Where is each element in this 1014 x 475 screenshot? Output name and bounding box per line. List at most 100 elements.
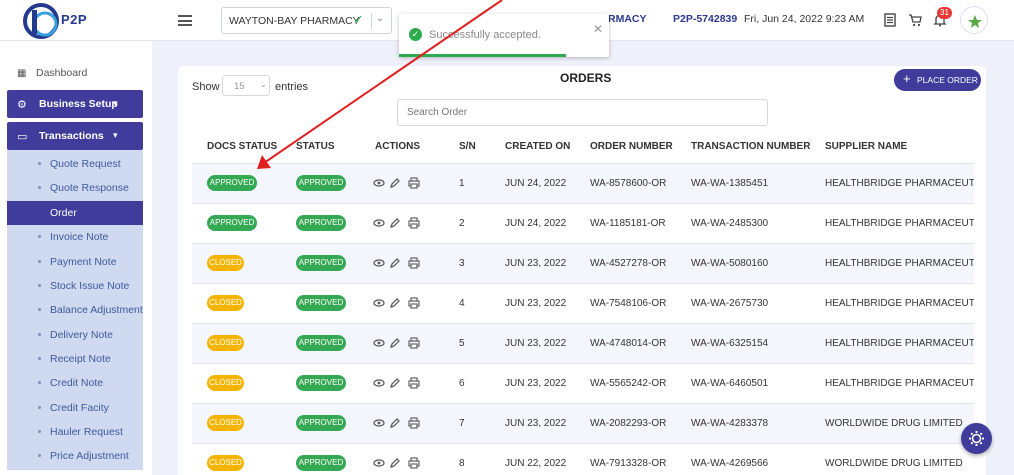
document-icon[interactable] [883, 13, 897, 27]
view-eye-icon[interactable] [373, 297, 385, 309]
p2p-id: P2P-5742839 [673, 13, 738, 25]
created-on-cell: JUN 22, 2022 [505, 458, 567, 469]
grid-icon: ▦ [17, 68, 27, 79]
table-row[interactable]: APPROVED APPROVED 2 JUN 24, 2022 WA-1185181-… [192, 203, 974, 243]
status-badge: APPROVED [296, 295, 346, 311]
print-icon[interactable] [408, 377, 420, 389]
order-number-cell: WA-4527278-OR [590, 258, 667, 269]
sidebar-item-invoice-note[interactable]: Invoice Note [7, 225, 143, 249]
supplier-name-cell: HEALTHBRIDGE PHARMACEUTICALS [825, 378, 974, 389]
docs-status-badge: CLOSED [207, 255, 244, 271]
page-size-select[interactable]: 15 ⌄ [222, 75, 270, 96]
table-row[interactable]: CLOSED APPROVED 4 JUN 23, 2022 WA-7548106-OR… [192, 283, 974, 323]
view-eye-icon[interactable] [373, 177, 385, 189]
supplier-name-cell: WORLDWIDE DRUG LIMITED [825, 418, 963, 429]
status-badge: APPROVED [296, 415, 346, 431]
sidebar-item-payment-note[interactable]: Payment Note [7, 250, 143, 274]
edit-pencil-icon[interactable] [389, 177, 401, 189]
sidebar-item-label: Dashboard [36, 67, 88, 79]
print-icon[interactable] [408, 297, 420, 309]
notification-badge: 31 [937, 7, 952, 19]
view-eye-icon[interactable] [373, 417, 385, 429]
pharmacy-name-label: RMACY [608, 13, 647, 25]
view-eye-icon[interactable] [373, 377, 385, 389]
column-header-sn[interactable]: S/N [459, 141, 476, 152]
sidebar-group-business-setup[interactable]: ⚙ Business Setup ▾ [7, 90, 143, 118]
edit-pencil-icon[interactable] [389, 457, 401, 469]
created-on-cell: JUN 23, 2022 [505, 418, 567, 429]
edit-pencil-icon[interactable] [389, 217, 401, 229]
select-separator [371, 13, 372, 29]
close-icon[interactable]: ✕ [593, 22, 603, 36]
datetime: Fri, Jun 24, 2022 9:23 AM [744, 13, 865, 25]
print-icon[interactable] [408, 417, 420, 429]
table-row[interactable]: CLOSED APPROVED 6 JUN 23, 2022 WA-5565242-OR… [192, 363, 974, 403]
edit-pencil-icon[interactable] [389, 297, 401, 309]
place-order-button[interactable]: + PLACE ORDER [894, 69, 981, 91]
transactions-submenu: Quote Request Quote Response Order Invoi… [7, 150, 143, 470]
column-header-actions: ACTIONS [375, 141, 420, 152]
sidebar-group-transactions[interactable]: ▭ Transactions ▾ [7, 122, 143, 150]
table-row[interactable]: CLOSED APPROVED 8 JUN 22, 2022 WA-7913328-OR… [192, 443, 974, 475]
transaction-number-cell: WA-WA-4269566 [691, 458, 769, 469]
order-number-cell: WA-1185181-OR [590, 218, 666, 229]
sidebar-item-delivery-note[interactable]: Delivery Note [7, 323, 143, 347]
edit-pencil-icon[interactable] [389, 337, 401, 349]
sidebar-item-quote-response[interactable]: Quote Response [7, 176, 143, 200]
sidebar-item-credit-note[interactable]: Credit Note [7, 371, 143, 395]
transaction-number-cell: WA-WA-5080160 [691, 258, 769, 269]
sn-cell: 4 [459, 298, 465, 309]
sidebar-item-quote-request[interactable]: Quote Request [7, 152, 143, 176]
print-icon[interactable] [408, 257, 420, 269]
sidebar-item-credit-facity[interactable]: Credit Facity [7, 396, 143, 420]
view-eye-icon[interactable] [373, 217, 385, 229]
success-toast: ✓ Successfully accepted. ✕ [399, 14, 609, 57]
chevron-down-icon: ▾ [113, 130, 118, 140]
chevron-down-icon[interactable]: ⌄ [376, 13, 384, 24]
print-icon[interactable] [408, 457, 420, 469]
chevron-down-icon: ⌄ [260, 80, 267, 89]
gear-icon [969, 431, 984, 446]
docs-status-badge: CLOSED [207, 415, 244, 431]
table-row[interactable]: CLOSED APPROVED 5 JUN 23, 2022 WA-4748014-OR… [192, 323, 974, 363]
avatar[interactable] [960, 6, 988, 34]
sidebar-item-stock-issue-note[interactable]: Stock Issue Note [7, 274, 143, 298]
view-eye-icon[interactable] [373, 457, 385, 469]
edit-pencil-icon[interactable] [389, 417, 401, 429]
print-icon[interactable] [408, 177, 420, 189]
sidebar-item-receipt-note[interactable]: Receipt Note [7, 347, 143, 371]
sidebar-group-label: Transactions [39, 130, 104, 142]
status-badge: APPROVED [296, 375, 346, 391]
column-header-status[interactable]: STATUS [296, 141, 335, 152]
search-input[interactable] [397, 99, 768, 126]
docs-status-badge: CLOSED [207, 335, 244, 351]
sidebar-item-hauler-request[interactable]: Hauler Request [7, 420, 143, 444]
edit-pencil-icon[interactable] [389, 257, 401, 269]
sidebar-item-price-adjustment[interactable]: Price Adjustment [7, 444, 143, 468]
column-header-transaction-number[interactable]: TRANSACTION NUMBER [691, 141, 810, 152]
created-on-cell: JUN 23, 2022 [505, 258, 567, 269]
menu-toggle-icon[interactable] [178, 15, 192, 26]
print-icon[interactable] [408, 337, 420, 349]
column-header-supplier-name[interactable]: SUPPLIER NAME [825, 141, 907, 152]
sidebar-item-order[interactable]: Order [7, 201, 143, 225]
column-header-order-number[interactable]: ORDER NUMBER [590, 141, 673, 152]
supplier-name-cell: HEALTHBRIDGE PHARMACEUTICALS [825, 218, 974, 229]
edit-pencil-icon[interactable] [389, 377, 401, 389]
view-eye-icon[interactable] [373, 257, 385, 269]
print-icon[interactable] [408, 217, 420, 229]
column-header-docs-status[interactable]: DOCS STATUS [207, 141, 277, 152]
cart-icon[interactable] [908, 13, 922, 27]
table-row[interactable]: APPROVED APPROVED 1 JUN 24, 2022 WA-8578600-… [192, 163, 974, 203]
column-header-created-on[interactable]: CREATED ON [505, 141, 570, 152]
sn-cell: 2 [459, 218, 465, 229]
table-row[interactable]: CLOSED APPROVED 7 JUN 23, 2022 WA-2082293-OR… [192, 403, 974, 443]
settings-fab[interactable] [961, 423, 992, 454]
status-badge: APPROVED [296, 455, 346, 471]
sidebar-item-dashboard[interactable]: ▦ Dashboard [17, 67, 87, 79]
table-row[interactable]: CLOSED APPROVED 3 JUN 23, 2022 WA-4527278-OR… [192, 243, 974, 283]
supplier-name-cell: WORLDWIDE DRUG LIMITED [825, 458, 963, 469]
pharmacy-select[interactable]: WAYTON-BAY PHARMACY ✓ ⌄ [221, 7, 392, 34]
view-eye-icon[interactable] [373, 337, 385, 349]
sidebar-item-balance-adjustment[interactable]: Balance Adjustment [7, 298, 143, 322]
